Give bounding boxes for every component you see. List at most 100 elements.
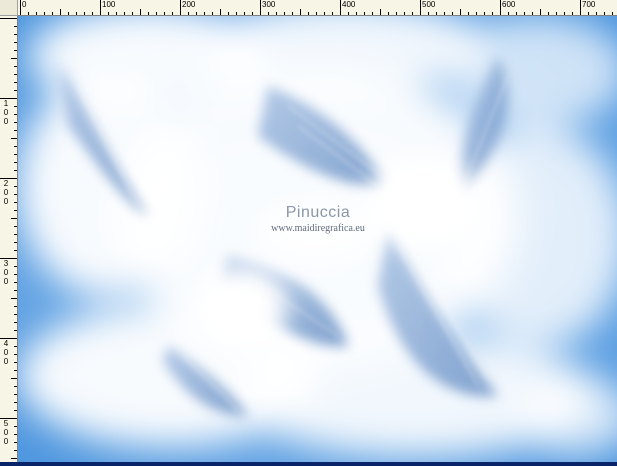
ruler-tick [212,12,213,15]
ruler-tick [14,354,17,355]
ruler-tick [14,314,17,315]
ruler-label: 4 [3,339,9,348]
ruler-tick [500,0,501,15]
ruler-tick [364,12,365,15]
ruler-tick [14,146,17,147]
ruler-tick [540,9,541,15]
ruler-tick [14,442,17,443]
ruler-tick [116,12,117,15]
vertical-ruler[interactable]: 100200300400500 [0,16,18,462]
ruler-label: 600 [502,0,516,9]
ruler-tick [428,12,429,15]
ruler-tick [108,12,109,15]
ruler-tick [340,0,341,15]
image-canvas[interactable]: Pinuccia www.maidiregrafica.eu [18,16,617,462]
ruler-tick [100,0,101,15]
ruler-tick [196,12,197,15]
ruler-tick [28,12,29,15]
ruler-tick [276,12,277,15]
ruler-label: 0 [3,197,9,206]
ruler-label: 200 [182,0,196,9]
ruler-label: 500 [422,0,436,9]
ruler-tick [596,12,597,15]
ruler-tick [236,12,237,15]
ruler-tick [11,138,17,139]
ruler-tick [460,9,461,15]
ruler-tick [612,12,613,15]
ruler-tick [268,12,269,15]
ruler-tick [452,12,453,15]
ruler-tick [14,42,17,43]
ruler-tick [604,12,605,15]
ruler-tick [14,426,17,427]
ruler-tick [68,12,69,15]
ruler-tick [516,12,517,15]
ruler-tick [476,12,477,15]
ruler-tick [11,298,17,299]
ruler-label: 400 [342,0,356,9]
ruler-tick [396,12,397,15]
ruler-label: 0 [3,188,9,197]
ruler-tick [14,114,17,115]
ruler-label: 700 [582,0,596,9]
ruler-tick [14,250,17,251]
ruler-label: 300 [262,0,276,9]
ruler-corner [0,0,18,16]
ruler-tick [14,74,17,75]
ruler-tick [228,12,229,15]
ruler-label: 0 [3,268,9,277]
ruler-tick [14,362,17,363]
ruler-tick [0,258,17,259]
ruler-tick [92,12,93,15]
ruler-tick [252,12,253,15]
ruler-tick [220,9,221,15]
ruler-tick [14,202,17,203]
ruler-tick [180,0,181,15]
artwork-image [18,16,617,462]
ruler-tick [14,330,17,331]
ruler-tick [14,386,17,387]
ruler-tick [532,12,533,15]
ruler-tick [0,178,17,179]
ruler-tick [468,12,469,15]
ruler-tick [14,26,17,27]
ruler-tick [14,402,17,403]
ruler-tick [204,12,205,15]
ruler-tick [524,12,525,15]
ruler-tick [0,98,17,99]
ruler-tick [492,12,493,15]
ruler-tick [14,162,17,163]
ruler-tick [14,234,17,235]
ruler-label: 0 [3,117,9,126]
ruler-label: 0 [3,428,9,437]
ruler-tick [14,346,17,347]
ruler-tick [0,338,17,339]
ruler-tick [420,0,421,15]
ruler-tick [356,12,357,15]
ruler-tick [348,12,349,15]
ruler-tick [388,12,389,15]
ruler-tick [60,9,61,15]
ruler-tick [484,12,485,15]
ruler-tick [148,12,149,15]
ruler-tick [14,274,17,275]
ruler-label: 0 [3,357,9,366]
ruler-tick [14,226,17,227]
ruler-tick [140,9,141,15]
ruler-label: 1 [3,99,9,108]
ruler-tick [14,306,17,307]
ruler-tick [508,12,509,15]
ruler-tick [308,12,309,15]
ruler-tick [14,122,17,123]
ruler-tick [172,12,173,15]
ruler-tick [588,12,589,15]
ruler-label: 0 [3,348,9,357]
ruler-tick [11,378,17,379]
ruler-tick [14,290,17,291]
ruler-tick [11,458,17,459]
ruler-tick [14,210,17,211]
ruler-tick [316,12,317,15]
horizontal-ruler[interactable]: 0 100 200 300 400 500 600 700 [18,0,617,16]
ruler-tick [14,322,17,323]
ruler-label: 0 [3,108,9,117]
